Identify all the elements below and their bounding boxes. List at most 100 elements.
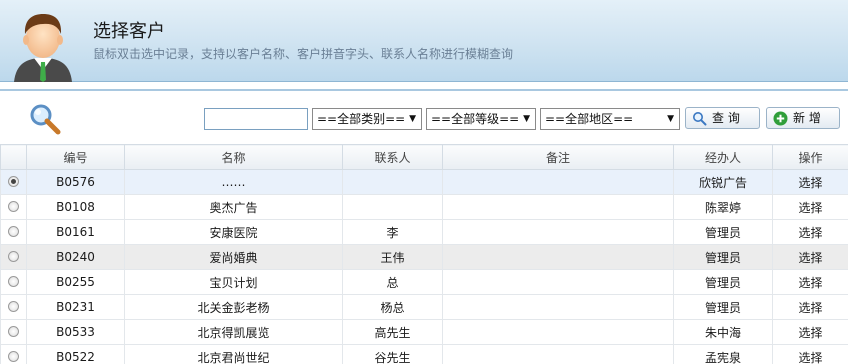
region-select[interactable]: ==全部地区== ▼: [540, 108, 680, 130]
page-header: 选择客户 鼠标双击选中记录，支持以客户名称、客户拼音字头、联系人名称进行模糊查询: [0, 0, 848, 82]
header-name: 名称: [124, 144, 343, 170]
cell-note: [442, 194, 674, 220]
cell-contact: [342, 169, 443, 195]
cell-contact: 谷先生: [342, 344, 443, 364]
cell-note: [442, 269, 674, 295]
radio-button[interactable]: [8, 176, 19, 187]
query-button[interactable]: 查 询: [685, 107, 760, 129]
row-radio[interactable]: [0, 244, 27, 270]
cell-note: [442, 244, 674, 270]
cell-note: [442, 219, 674, 245]
table-row[interactable]: B0533 北京得凯展览 高先生 朱中海 选择: [0, 319, 848, 345]
row-radio[interactable]: [0, 294, 27, 320]
radio-button[interactable]: [8, 251, 19, 262]
select-link[interactable]: 选择: [772, 344, 848, 364]
cell-note: [442, 294, 674, 320]
cell-code: B0576: [26, 169, 125, 195]
cell-name: 北京君尚世纪: [124, 344, 343, 364]
cell-code: B0255: [26, 269, 125, 295]
cell-handler: 孟宪泉: [673, 344, 773, 364]
table-row[interactable]: B0240 爱尚婚典 王伟 管理员 选择: [0, 244, 848, 270]
header-action: 操作: [772, 144, 848, 170]
cell-name: 北关金彭老杨: [124, 294, 343, 320]
add-button-label: 新 增: [793, 111, 821, 125]
cell-handler: 管理员: [673, 219, 773, 245]
radio-button[interactable]: [8, 351, 19, 362]
cell-handler: 管理员: [673, 269, 773, 295]
table-row[interactable]: B0231 北关金彭老杨 杨总 管理员 选择: [0, 294, 848, 320]
table-row[interactable]: B0576 …… 欣锐广告 选择: [0, 169, 848, 195]
cell-contact: 总: [342, 269, 443, 295]
cell-code: B0533: [26, 319, 125, 345]
cell-note: [442, 169, 674, 195]
page-subtitle: 鼠标双击选中记录，支持以客户名称、客户拼音字头、联系人名称进行模糊查询: [93, 47, 514, 61]
table-row[interactable]: B0255 宝贝计划 总 管理员 选择: [0, 269, 848, 295]
add-button[interactable]: 新 增: [766, 107, 840, 129]
cell-code: B0161: [26, 219, 125, 245]
search-icon: [693, 112, 707, 126]
category-select[interactable]: ==全部类别== ▼: [312, 108, 422, 130]
select-link[interactable]: 选择: [772, 244, 848, 270]
category-select-value: ==全部类别==: [317, 112, 406, 126]
plus-icon: [773, 111, 788, 126]
cell-contact: 杨总: [342, 294, 443, 320]
cell-contact: 高先生: [342, 319, 443, 345]
cell-contact: [342, 194, 443, 220]
radio-button[interactable]: [8, 301, 19, 312]
row-radio[interactable]: [0, 169, 27, 195]
cell-handler: 管理员: [673, 294, 773, 320]
chevron-down-icon: ▼: [409, 114, 416, 124]
header-code: 编号: [26, 144, 125, 170]
cell-code: B0108: [26, 194, 125, 220]
select-link[interactable]: 选择: [772, 269, 848, 295]
cell-contact: 王伟: [342, 244, 443, 270]
magnifier-icon: [30, 104, 61, 135]
query-button-label: 查 询: [712, 111, 740, 125]
cell-handler: 管理员: [673, 244, 773, 270]
radio-button[interactable]: [8, 226, 19, 237]
radio-button[interactable]: [8, 201, 19, 212]
level-select-value: ==全部等级==: [431, 112, 520, 126]
chevron-down-icon: ▼: [523, 114, 530, 124]
cell-note: [442, 344, 674, 364]
table-row[interactable]: B0522 北京君尚世纪 谷先生 孟宪泉 选择: [0, 344, 848, 364]
header-divider: [0, 89, 848, 91]
user-avatar-icon: [14, 14, 72, 82]
search-input[interactable]: [204, 108, 308, 130]
cell-name: ……: [124, 169, 343, 195]
level-select[interactable]: ==全部等级== ▼: [426, 108, 536, 130]
row-radio[interactable]: [0, 344, 27, 364]
cell-name: 爱尚婚典: [124, 244, 343, 270]
cell-code: B0240: [26, 244, 125, 270]
table-row[interactable]: B0108 奥杰广告 陈翠婷 选择: [0, 194, 848, 220]
row-radio[interactable]: [0, 194, 27, 220]
page-title: 选择客户: [93, 21, 165, 42]
header-contact: 联系人: [342, 144, 443, 170]
chevron-down-icon: ▼: [667, 114, 674, 124]
row-radio[interactable]: [0, 269, 27, 295]
customer-table: 编号 名称 联系人 备注 经办人 操作 B0576 …… 欣锐广告 选择 B01…: [0, 144, 848, 364]
row-radio[interactable]: [0, 319, 27, 345]
select-link[interactable]: 选择: [772, 319, 848, 345]
search-toolbar: ==全部类别== ▼ ==全部等级== ▼ ==全部地区== ▼ 查 询 新 增: [0, 92, 848, 144]
cell-name: 宝贝计划: [124, 269, 343, 295]
table-header-row: 编号 名称 联系人 备注 经办人 操作: [0, 144, 848, 170]
cell-code: B0231: [26, 294, 125, 320]
table-row[interactable]: B0161 安康医院 李 管理员 选择: [0, 219, 848, 245]
row-radio[interactable]: [0, 219, 27, 245]
cell-note: [442, 319, 674, 345]
cell-handler: 陈翠婷: [673, 194, 773, 220]
header-radio: [0, 144, 27, 170]
header-handler: 经办人: [673, 144, 773, 170]
region-select-value: ==全部地区==: [545, 112, 634, 126]
select-link[interactable]: 选择: [772, 169, 848, 195]
select-link[interactable]: 选择: [772, 294, 848, 320]
select-link[interactable]: 选择: [772, 194, 848, 220]
cell-name: 安康医院: [124, 219, 343, 245]
cell-handler: 朱中海: [673, 319, 773, 345]
cell-code: B0522: [26, 344, 125, 364]
cell-name: 奥杰广告: [124, 194, 343, 220]
radio-button[interactable]: [8, 276, 19, 287]
select-link[interactable]: 选择: [772, 219, 848, 245]
radio-button[interactable]: [8, 326, 19, 337]
